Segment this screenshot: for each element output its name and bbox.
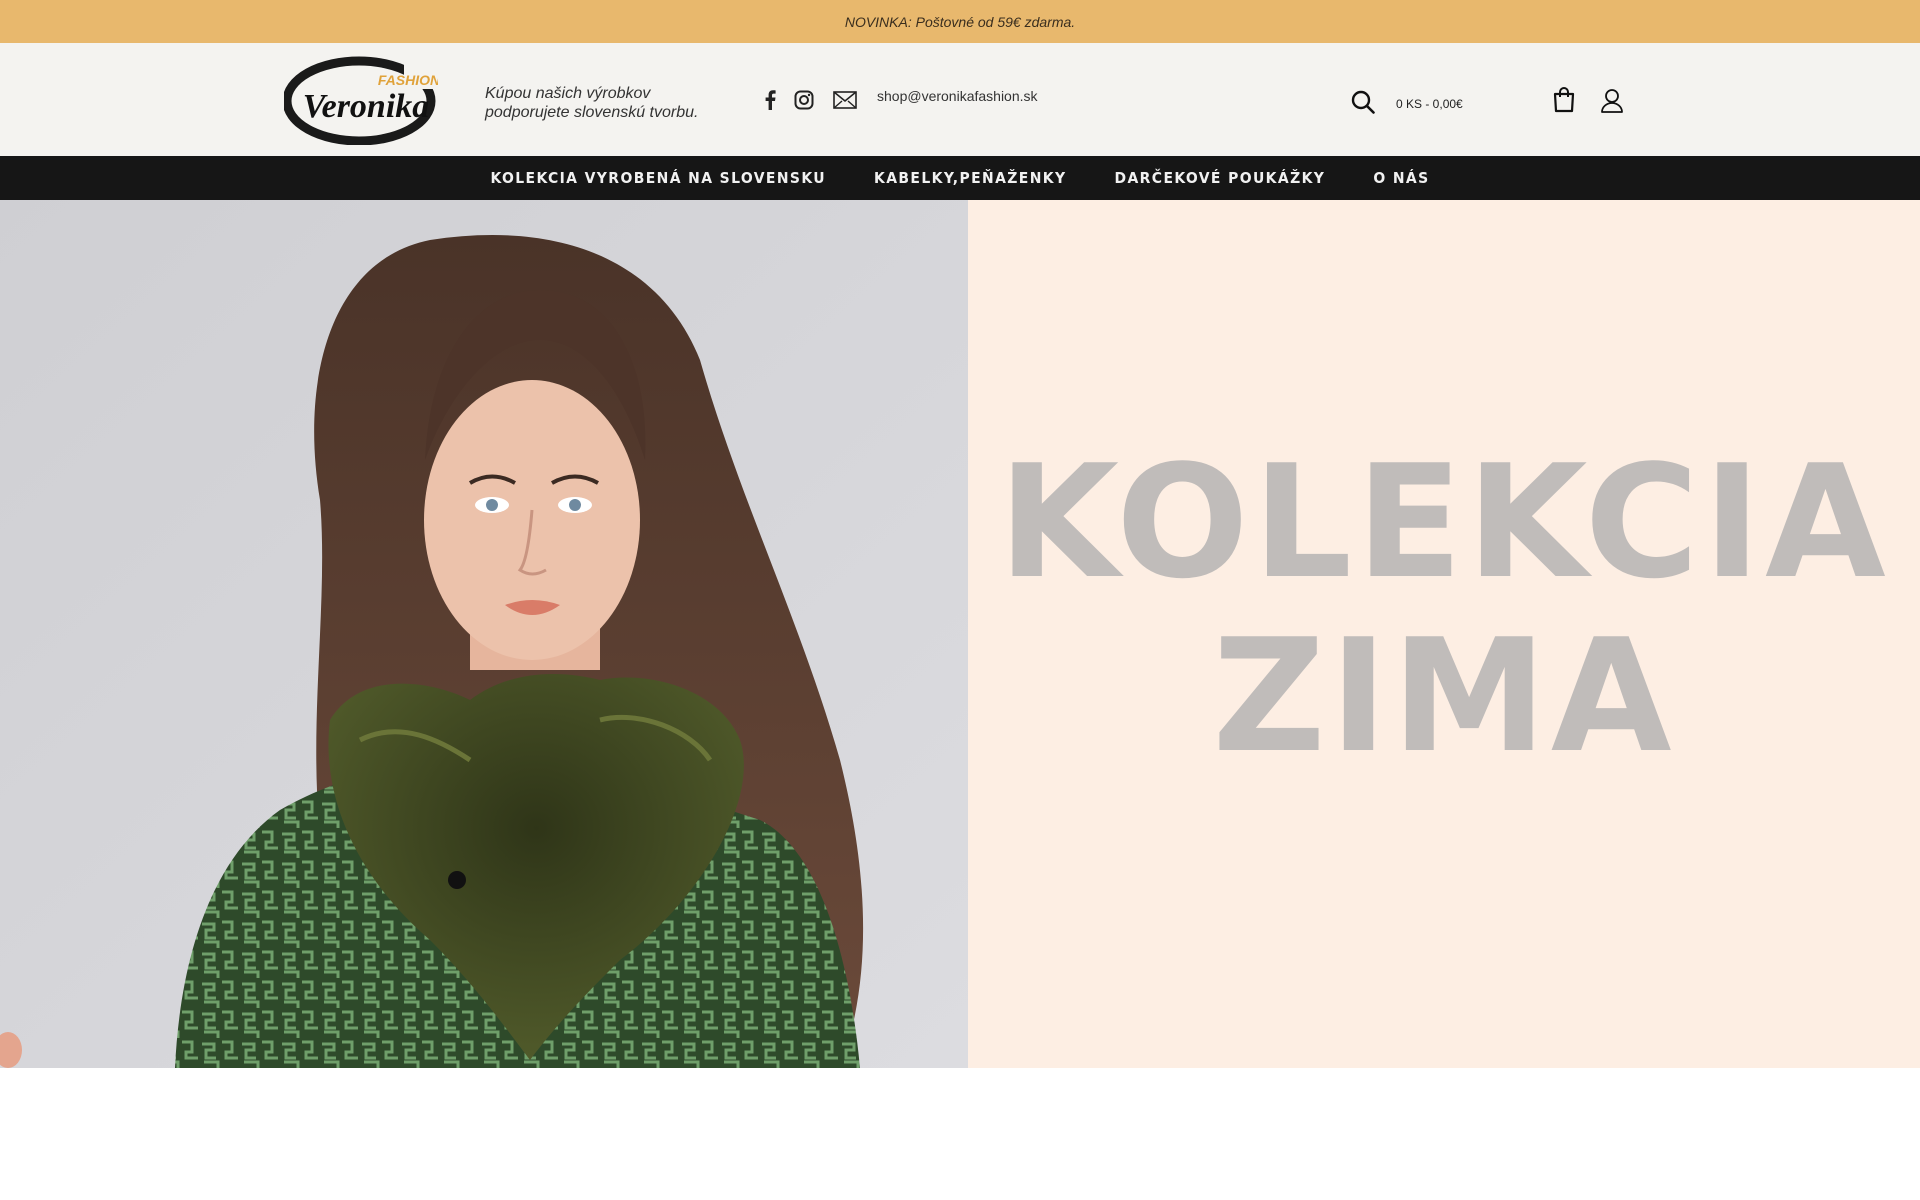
promo-text: NOVINKA: Poštovné od 59€ zdarma. [844,13,1076,30]
facebook-icon [765,90,776,110]
search-button[interactable] [1349,88,1377,116]
nav-item-kabelky[interactable]: KABELKY,PEŇAŽENKY [874,169,1067,187]
logo-main-text: Veronika [303,88,430,125]
facebook-link[interactable] [760,87,780,113]
promo-bar: NOVINKA: Poštovné od 59€ zdarma. [0,0,1920,43]
hero-title-line2: ZIMA [1212,605,1676,787]
nav-item-o-nas[interactable]: O NÁS [1373,169,1429,187]
logo-sub-text: FASHION [378,72,438,88]
mail-icon [833,91,857,109]
hero-title: KOLEKCIA ZIMA [968,435,1920,783]
main-nav: KOLEKCIA VYROBENÁ NA SLOVENSKU KABELKY,P… [0,156,1920,200]
instagram-link[interactable] [791,87,817,113]
shopping-bag-icon [1553,87,1575,113]
nav-item-kolekcia[interactable]: KOLEKCIA VYROBENÁ NA SLOVENSKU [490,169,826,187]
search-icon [1351,90,1375,114]
user-icon [1601,89,1623,113]
hero-banner[interactable]: KOLEKCIA ZIMA [0,200,1920,1068]
cart-button[interactable] [1551,85,1577,115]
mail-link[interactable] [831,87,859,113]
instagram-icon [794,90,814,110]
site-header: FASHION Veronika Kúpou našich výrobkov p… [0,43,1920,156]
logo-link[interactable]: FASHION Veronika [282,55,441,146]
account-button[interactable] [1598,86,1626,116]
hero-title-line1: KOLEKCIA [998,431,1890,613]
tagline: Kúpou našich výrobkov podporujete sloven… [485,85,699,121]
veronika-fashion-logo: FASHION Veronika [282,56,441,146]
cart-summary[interactable]: 0 KS - 0,00€ [1396,97,1463,111]
nav-item-poukazky[interactable]: DARČEKOVÉ POUKÁŽKY [1115,169,1326,187]
email-link[interactable]: shop@veronikafashion.sk [877,88,1038,104]
hero-photo [0,200,970,1068]
